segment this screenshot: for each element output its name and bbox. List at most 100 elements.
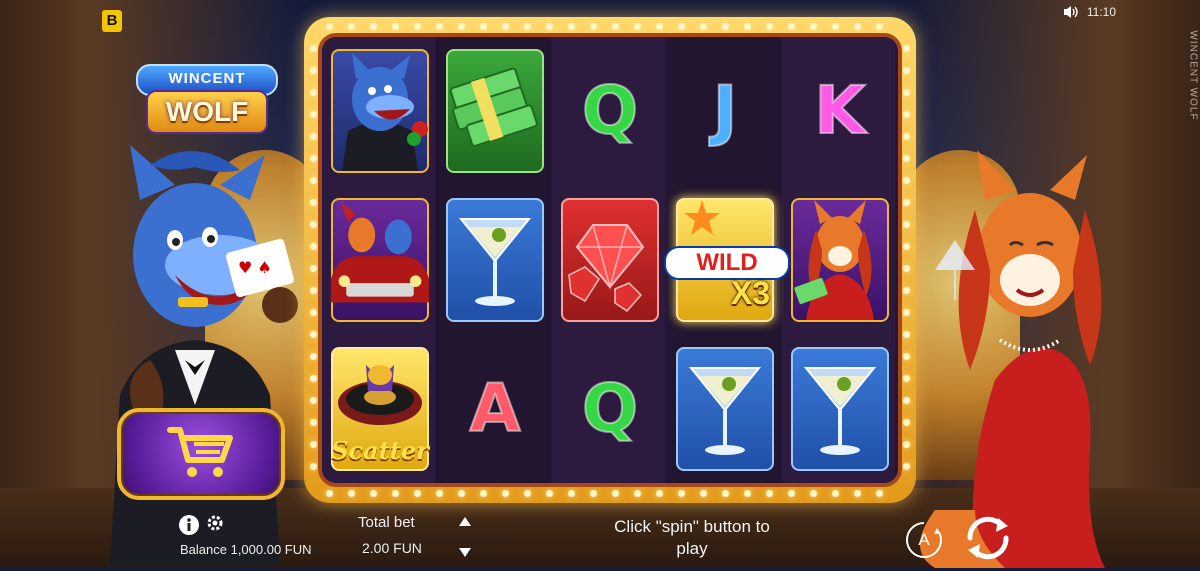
frame-bulb bbox=[348, 23, 355, 30]
brand-badge: B bbox=[102, 10, 122, 32]
frame-bulb bbox=[903, 155, 910, 162]
frame-bulb bbox=[310, 221, 317, 228]
frame-bulb bbox=[656, 490, 663, 497]
frame-bulb bbox=[326, 23, 333, 30]
frame-bulb bbox=[310, 111, 317, 118]
frame-bulb bbox=[502, 490, 509, 497]
frame-bulb bbox=[502, 23, 509, 30]
frame-bulb bbox=[414, 490, 421, 497]
frame-bulb bbox=[876, 490, 883, 497]
frame-bulb bbox=[310, 67, 317, 74]
logo-bottom-text: WOLF bbox=[146, 90, 268, 134]
speaker-icon[interactable] bbox=[1063, 5, 1079, 19]
frame-bulb bbox=[310, 441, 317, 448]
frame-bulb bbox=[310, 133, 317, 140]
bet-decrease-arrow-icon[interactable] bbox=[458, 545, 472, 559]
frame-bulb bbox=[810, 23, 817, 30]
scatter-label: Scatter bbox=[331, 436, 429, 465]
reel-frame: Scatter A Q Q J WILD X3 K bbox=[304, 17, 916, 503]
symbol-gems bbox=[557, 194, 663, 326]
frame-bulb bbox=[810, 490, 817, 497]
frame-bulb bbox=[392, 490, 399, 497]
shop-cart-button[interactable] bbox=[117, 408, 285, 500]
frame-bulb bbox=[903, 441, 910, 448]
symbol-martini bbox=[672, 343, 778, 475]
autoplay-button[interactable]: A bbox=[904, 520, 944, 560]
frame-bulb bbox=[310, 265, 317, 272]
frame-bulb bbox=[656, 23, 663, 30]
gear-icon[interactable] bbox=[206, 514, 224, 537]
frame-bulb bbox=[546, 23, 553, 30]
bet-increase-arrow-icon[interactable] bbox=[458, 515, 472, 529]
frame-bulb bbox=[903, 89, 910, 96]
frame-bulb bbox=[480, 23, 487, 30]
clock: 11:10 bbox=[1086, 5, 1116, 19]
frame-bulb bbox=[524, 23, 531, 30]
frame-bulb bbox=[678, 23, 685, 30]
frame-bulb bbox=[458, 23, 465, 30]
frame-bulb bbox=[903, 287, 910, 294]
frame-bulb bbox=[766, 490, 773, 497]
frame-bulb bbox=[788, 23, 795, 30]
frame-bulb bbox=[568, 490, 575, 497]
autoplay-label: A bbox=[918, 530, 930, 549]
frame-bulb bbox=[370, 490, 377, 497]
status-bar: 11:10 bbox=[1063, 5, 1116, 19]
frame-bulb bbox=[832, 23, 839, 30]
total-bet-value: 2.00 FUN bbox=[362, 540, 422, 556]
frame-bulb bbox=[788, 490, 795, 497]
frame-bulb bbox=[568, 23, 575, 30]
frame-bulb bbox=[903, 199, 910, 206]
symbol-letter-a: A bbox=[468, 370, 521, 447]
frame-bulb bbox=[524, 490, 531, 497]
frame-bulb bbox=[766, 23, 773, 30]
frame-bulb bbox=[832, 490, 839, 497]
frame-bulb bbox=[903, 243, 910, 250]
frame-bulb bbox=[903, 419, 910, 426]
symbol-martini bbox=[787, 343, 893, 475]
frame-bulb bbox=[903, 265, 910, 272]
frame-bulb bbox=[310, 243, 317, 250]
frame-bulb bbox=[612, 23, 619, 30]
symbol-car bbox=[327, 194, 433, 326]
spin-hint-text: Click "spin" button to play bbox=[614, 517, 770, 558]
spin-arrows-icon bbox=[960, 516, 1016, 570]
frame-bulb bbox=[310, 287, 317, 294]
frame-bulb bbox=[370, 23, 377, 30]
frame-bulb bbox=[678, 490, 685, 497]
frame-bulb bbox=[854, 23, 861, 30]
frame-bulb bbox=[612, 490, 619, 497]
frame-bulb bbox=[436, 490, 443, 497]
info-icon[interactable] bbox=[178, 514, 200, 541]
frame-bulb bbox=[348, 490, 355, 497]
frame-bulb bbox=[310, 419, 317, 426]
reel-grid: Scatter A Q Q J WILD X3 K bbox=[322, 37, 898, 483]
wolf-character: ♥ ♠ bbox=[110, 145, 298, 565]
frame-bulb bbox=[903, 177, 910, 184]
frame-bulb bbox=[590, 490, 597, 497]
frame-bulb bbox=[392, 23, 399, 30]
frame-bulb bbox=[310, 375, 317, 382]
frame-bulb bbox=[546, 490, 553, 497]
frame-bulb bbox=[436, 23, 443, 30]
frame-bulb bbox=[903, 353, 910, 360]
frame-bulb bbox=[326, 490, 333, 497]
spin-button[interactable] bbox=[960, 510, 1016, 566]
balance-display: Balance 1,000.00 FUN bbox=[180, 542, 312, 557]
symbol-letter-k: K bbox=[813, 72, 866, 149]
symbol-letter-q: Q bbox=[581, 72, 639, 149]
frame-bulb bbox=[744, 23, 751, 30]
frame-bulb bbox=[310, 331, 317, 338]
frame-bulb bbox=[854, 490, 861, 497]
frame-bulb bbox=[903, 133, 910, 140]
symbol-fox bbox=[787, 194, 893, 326]
symbol-martini bbox=[442, 194, 548, 326]
frame-bulb bbox=[903, 331, 910, 338]
frame-bulb bbox=[903, 309, 910, 316]
svg-text:♥ ♠: ♥ ♠ bbox=[238, 258, 272, 277]
frame-bulb bbox=[903, 397, 910, 404]
symbol-wolf bbox=[327, 45, 433, 177]
frame-bulb bbox=[310, 199, 317, 206]
wild-multiplier: X3 bbox=[730, 275, 770, 311]
frame-bulb bbox=[458, 490, 465, 497]
